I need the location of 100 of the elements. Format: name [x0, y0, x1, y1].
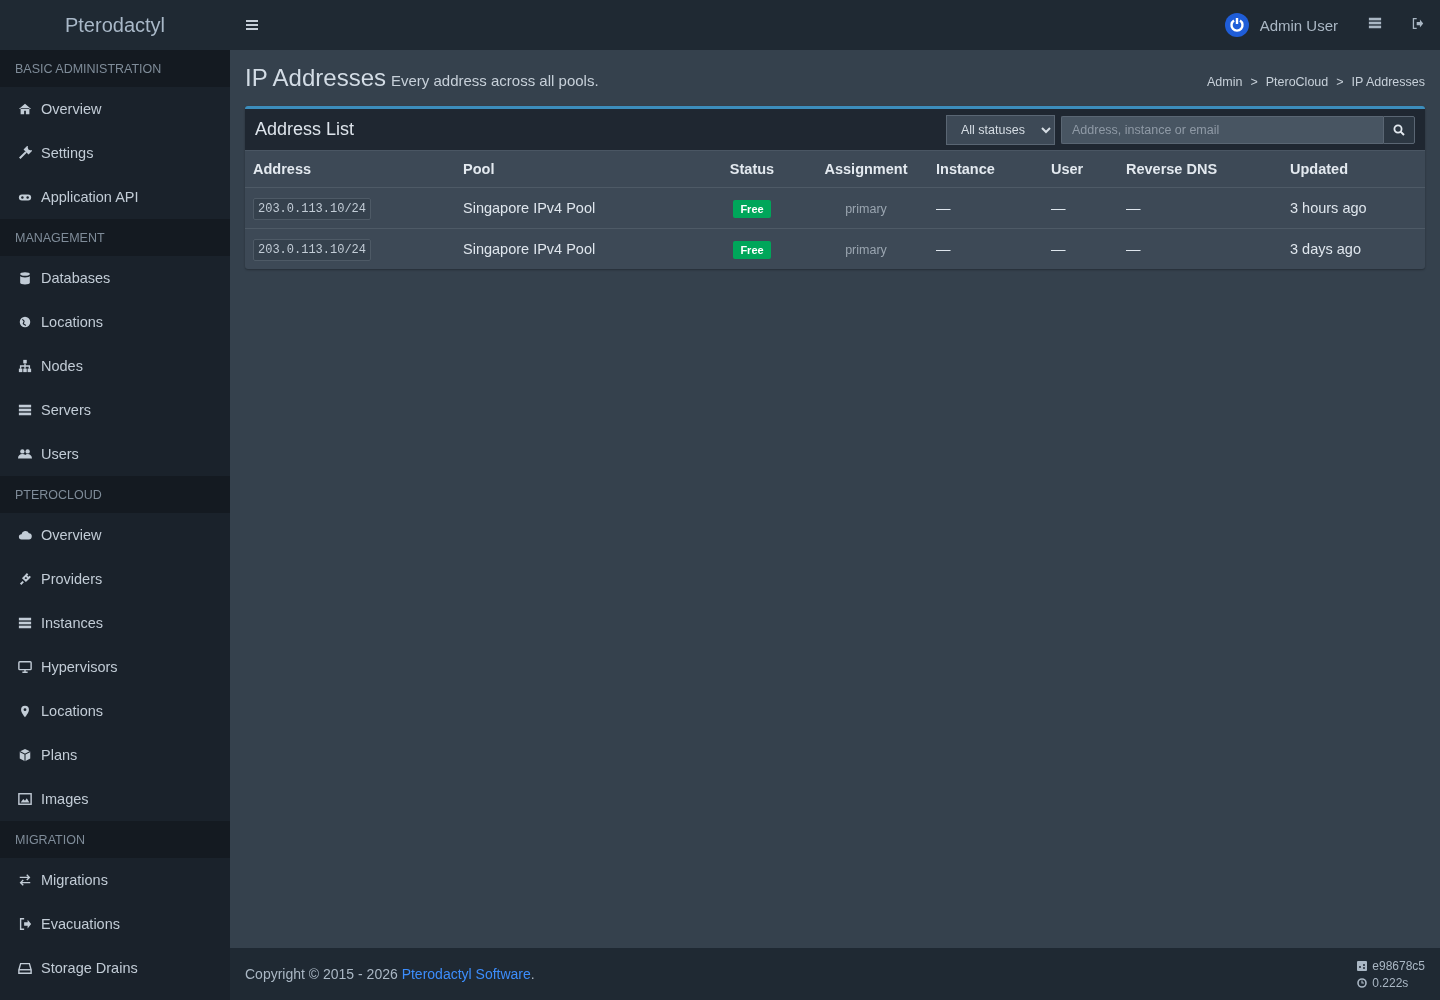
- column-header: Status: [700, 151, 804, 187]
- sidebar-item-label: Nodes: [41, 358, 83, 374]
- assignment-text: primary: [845, 242, 887, 257]
- sidebar-item[interactable]: Nodes: [0, 344, 230, 388]
- arrows-icon: [18, 873, 32, 887]
- house-icon: [18, 102, 32, 116]
- code-icon: [1357, 960, 1368, 971]
- box-title: Address List: [255, 119, 356, 140]
- clock-icon: [1357, 977, 1368, 988]
- sidebar-item-label: Settings: [41, 145, 94, 161]
- search-icon: [1393, 123, 1405, 136]
- address-code: 203.0.113.10/24: [253, 198, 372, 220]
- pool-cell: Singapore IPv4 Pool: [455, 187, 700, 228]
- updated-cell: 3 hours ago: [1282, 187, 1425, 228]
- copyright-text: Copyright © 2015 - 2026 Pterodactyl Software.: [245, 966, 535, 982]
- status-filter-select[interactable]: All statuses: [946, 114, 1055, 145]
- instance-cell: —: [928, 228, 1043, 269]
- breadcrumb-link[interactable]: PteroCloud: [1265, 75, 1329, 89]
- sidebar-item-label: Locations: [41, 314, 104, 330]
- sidebar-item-label: Plans: [41, 747, 78, 763]
- page-subtitle: Every address across all pools.: [391, 72, 599, 89]
- sidebar-section-header: BASIC ADMINISTRATION: [0, 50, 230, 87]
- sidebar-item-label: Evacuations: [41, 916, 120, 932]
- sign-out-icon: [18, 917, 32, 931]
- status-badge: Free: [733, 199, 771, 218]
- sidebar-item-label: Migrations: [41, 872, 108, 888]
- sidebar-item-label: Instances: [41, 615, 104, 631]
- reverse-dns-cell: —: [1118, 187, 1282, 228]
- sidebar-item-label: Overview: [41, 527, 102, 543]
- sidebar-item[interactable]: Hypervisors: [0, 645, 230, 689]
- sidebar-item[interactable]: Images: [0, 777, 230, 821]
- instance-cell: —: [928, 187, 1043, 228]
- sidebar-item[interactable]: Providers: [0, 557, 230, 601]
- search-field[interactable]: Address, instance or email: [1061, 115, 1383, 144]
- cube-icon: [18, 748, 32, 762]
- sidebar-section-header: MIGRATION: [0, 821, 230, 858]
- sidebar-item-label: Locations: [41, 703, 104, 719]
- render-time: 0.222s: [1372, 975, 1409, 990]
- sidebar-item-label: Hypervisors: [41, 659, 118, 675]
- sign-out-icon: [1411, 17, 1424, 30]
- sidebar-item[interactable]: Overview: [0, 87, 230, 131]
- column-header: Reverse DNS: [1118, 151, 1282, 187]
- sidebar-item[interactable]: Users: [0, 432, 230, 476]
- footer-link[interactable]: Pterodactyl Software: [401, 966, 531, 982]
- sidebar-item[interactable]: Storage Drains: [0, 946, 230, 990]
- updated-cell: 3 days ago: [1282, 228, 1425, 269]
- sitemap-icon: [18, 359, 32, 373]
- breadcrumb-separator: >: [1250, 75, 1258, 89]
- sidebar-item[interactable]: Migrations: [0, 858, 230, 902]
- column-header: Pool: [455, 151, 700, 187]
- sidebar-section-header: MANAGEMENT: [0, 219, 230, 256]
- avatar-icon[interactable]: [1224, 13, 1249, 37]
- sidebar-item[interactable]: Locations: [0, 689, 230, 733]
- reverse-dns-cell: —: [1118, 228, 1282, 269]
- status-badge: Free: [733, 240, 771, 259]
- sidebar-section-header: PTEROCLOUD: [0, 476, 230, 513]
- sidebar-item[interactable]: Instances: [0, 601, 230, 645]
- menu-icon[interactable]: [246, 19, 258, 31]
- image-icon: [18, 792, 32, 806]
- server-icon: [1368, 16, 1382, 30]
- column-header: Updated: [1282, 151, 1425, 187]
- user-name[interactable]: Admin User: [1259, 16, 1338, 34]
- monitor-icon: [18, 660, 32, 674]
- breadcrumb-link[interactable]: Admin: [1206, 75, 1243, 89]
- page-title: IP Addresses: [245, 64, 386, 92]
- cloud-icon: [18, 528, 32, 542]
- sidebar-item[interactable]: Overview: [0, 513, 230, 557]
- server-icon: [18, 403, 32, 417]
- search-button[interactable]: [1383, 115, 1415, 144]
- sidebar-item[interactable]: Locations: [0, 300, 230, 344]
- commit-hash: e98678c5: [1372, 958, 1425, 973]
- column-header: User: [1043, 151, 1118, 187]
- address-code: 203.0.113.10/24: [253, 239, 372, 261]
- sidebar-item-label: Storage Drains: [41, 960, 138, 976]
- sidebar-item-label: Images: [41, 791, 89, 807]
- breadcrumb-current: IP Addresses: [1351, 75, 1425, 89]
- sidebar-item-label: Servers: [41, 402, 91, 418]
- sidebar-item-label: Providers: [41, 571, 103, 587]
- column-header: Address: [245, 151, 455, 187]
- sidebar-item[interactable]: Application API: [0, 175, 230, 219]
- sidebar-item-label: Overview: [41, 101, 102, 117]
- user-cell: —: [1043, 228, 1118, 269]
- column-header: Instance: [928, 151, 1043, 187]
- users-icon: [18, 447, 32, 461]
- map-pin-icon: [18, 704, 32, 718]
- sidebar-item[interactable]: Servers: [0, 388, 230, 432]
- pool-cell: Singapore IPv4 Pool: [455, 228, 700, 269]
- server-icon: [18, 616, 32, 630]
- assignment-text: primary: [845, 201, 887, 216]
- user-cell: —: [1043, 187, 1118, 228]
- sidebar-item[interactable]: Settings: [0, 131, 230, 175]
- sidebar-item[interactable]: Databases: [0, 256, 230, 300]
- sidebar-item[interactable]: Evacuations: [0, 902, 230, 946]
- breadcrumb-separator: >: [1336, 75, 1344, 89]
- sidebar-item-label: Application API: [41, 189, 139, 205]
- sidebar-item-label: Databases: [41, 270, 111, 286]
- globe-icon: [18, 315, 32, 329]
- database-icon: [18, 271, 32, 285]
- sidebar-item[interactable]: Plans: [0, 733, 230, 777]
- sidebar-item-label: Users: [41, 446, 79, 462]
